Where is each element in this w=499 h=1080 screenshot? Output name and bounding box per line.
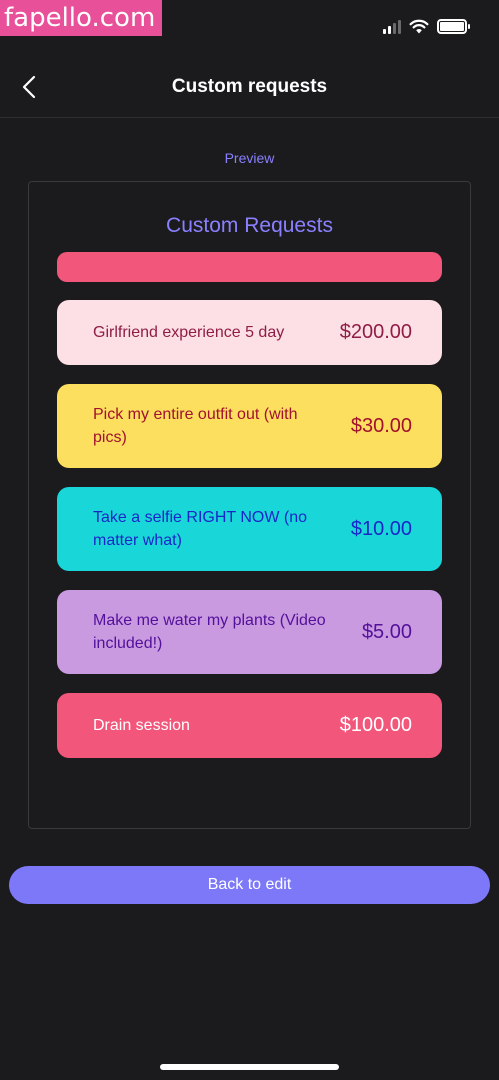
preview-frame: Custom Requests Girlfriend experience 5 … xyxy=(28,181,471,829)
request-card-partial xyxy=(57,252,442,282)
status-bar xyxy=(383,19,470,34)
cellular-signal-icon xyxy=(383,19,401,34)
request-price: $5.00 xyxy=(361,620,412,643)
request-label: Take a selfie RIGHT NOW (no matter what) xyxy=(93,509,307,549)
battery-icon xyxy=(437,19,470,34)
preview-title: Custom Requests xyxy=(166,214,333,237)
request-label: Make me water my plants (Video included!… xyxy=(93,612,326,652)
nav-bar: Custom requests xyxy=(0,60,499,118)
request-price: $10.00 xyxy=(350,517,412,540)
custom-requests-screen: fapello.com Custom requests Preview Cust… xyxy=(0,0,499,1080)
request-card[interactable]: Drain session $100.00 xyxy=(57,693,442,758)
page-title: Custom requests xyxy=(171,76,328,97)
request-card[interactable]: Take a selfie RIGHT NOW (no matter what)… xyxy=(57,487,442,571)
request-price: $100.00 xyxy=(339,714,412,736)
preview-label: Preview xyxy=(224,150,275,166)
request-label: Girlfriend experience 5 day xyxy=(93,324,285,341)
request-label: Pick my entire outfit out (with pics) xyxy=(93,406,298,446)
request-price: $200.00 xyxy=(339,321,412,343)
request-label: Drain session xyxy=(93,717,190,734)
home-indicator xyxy=(160,1064,339,1070)
request-price: $30.00 xyxy=(350,414,412,437)
request-card[interactable]: Make me water my plants (Video included!… xyxy=(57,590,442,674)
back-to-edit-button[interactable]: Back to edit xyxy=(9,866,490,904)
request-card[interactable]: Pick my entire outfit out (with pics) $3… xyxy=(57,384,442,468)
request-card[interactable]: Girlfriend experience 5 day $200.00 xyxy=(57,300,442,365)
watermark: fapello.com xyxy=(0,0,162,36)
wifi-icon xyxy=(409,19,429,34)
